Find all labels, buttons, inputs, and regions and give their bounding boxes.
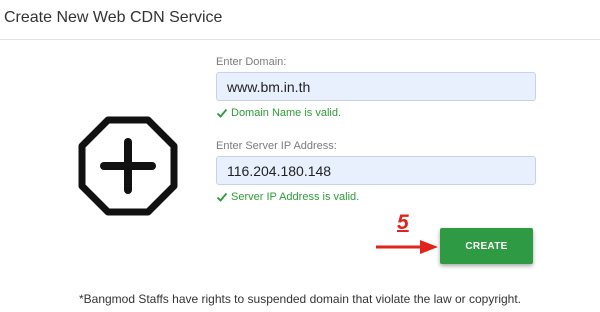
header: Create New Web CDN Service bbox=[0, 0, 600, 40]
ip-valid-text: Server IP Address is valid. bbox=[231, 191, 360, 203]
domain-valid-text: Domain Name is valid. bbox=[231, 107, 342, 119]
ip-input[interactable] bbox=[216, 156, 536, 185]
ip-valid-message: Server IP Address is valid. bbox=[216, 191, 359, 203]
plus-octagon-icon bbox=[78, 116, 178, 216]
domain-input[interactable] bbox=[216, 72, 536, 101]
domain-label: Enter Domain: bbox=[216, 56, 287, 68]
check-icon bbox=[216, 108, 228, 118]
create-button[interactable]: CREATE bbox=[440, 228, 533, 264]
step-number-annotation: 5 bbox=[397, 211, 409, 234]
arrow-right-icon bbox=[376, 240, 438, 254]
disclaimer-text: *Bangmod Staffs have rights to suspended… bbox=[78, 292, 522, 306]
ip-label: Enter Server IP Address: bbox=[216, 140, 337, 152]
page-title: Create New Web CDN Service bbox=[4, 9, 223, 26]
check-icon bbox=[216, 192, 228, 202]
domain-valid-message: Domain Name is valid. bbox=[216, 107, 341, 119]
